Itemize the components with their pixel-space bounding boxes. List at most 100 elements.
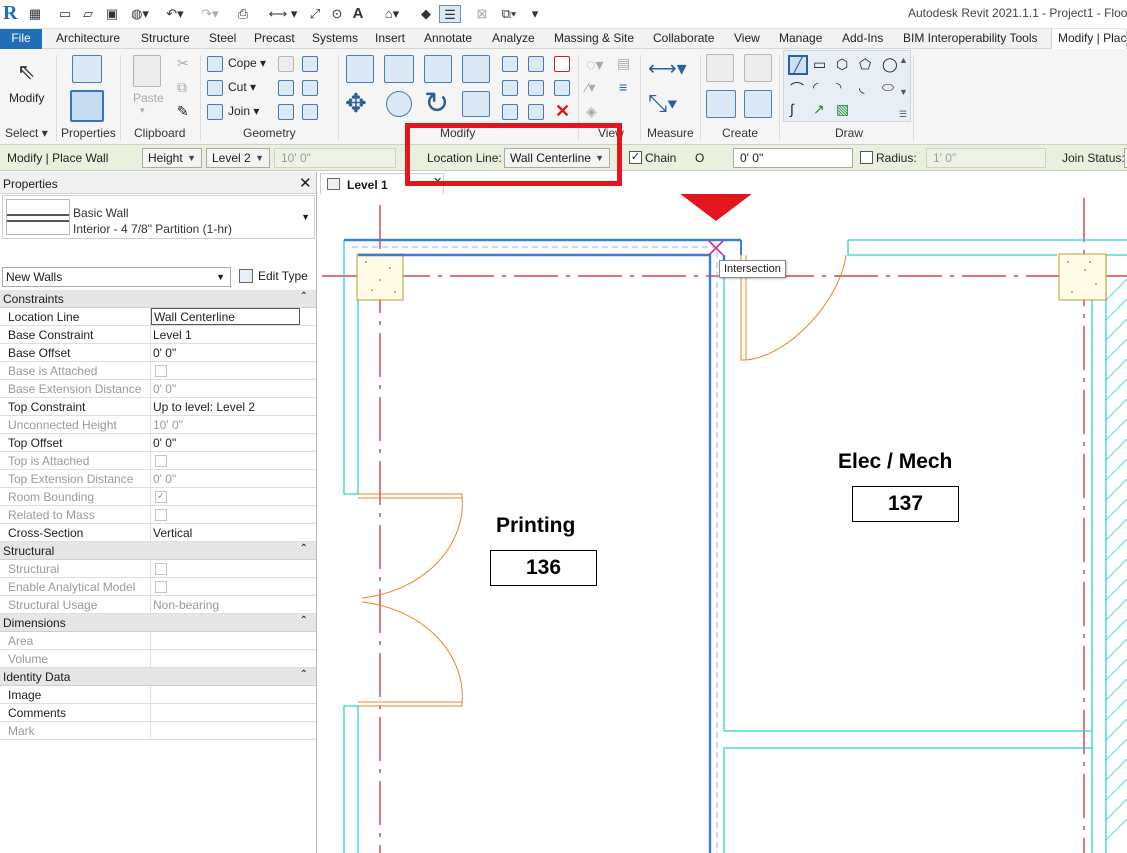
spline-tool-icon[interactable]: ∫: [790, 101, 794, 117]
section-icon[interactable]: ◆: [417, 5, 435, 23]
property-row[interactable]: Top Extension Distance 0' 0": [0, 470, 316, 488]
tag-icon[interactable]: ⊙: [328, 5, 346, 23]
move-icon[interactable]: ✥: [345, 88, 367, 119]
tab-view[interactable]: View: [734, 29, 760, 49]
property-row[interactable]: Structural Usage Non-bearing: [0, 596, 316, 614]
modify-cursor-icon[interactable]: ⇖: [17, 59, 35, 85]
door-swing-upper[interactable]: [361, 497, 463, 599]
override-graphics-icon[interactable]: ▤: [617, 55, 630, 72]
tab-modify-place-wall[interactable]: Modify | Place Wall: [1051, 29, 1127, 50]
instance-filter-dropdown[interactable]: New Walls ▼: [2, 267, 231, 287]
level-dropdown[interactable]: Level 2 ▼: [206, 148, 270, 168]
property-value[interactable]: 0' 0": [153, 382, 176, 396]
customize-qat-icon[interactable]: ▾: [528, 5, 542, 23]
structural-column[interactable]: [356, 253, 404, 301]
delete-icon[interactable]: ✕: [555, 101, 570, 122]
draw-scroll-up-icon[interactable]: ▲: [899, 55, 908, 65]
tab-steel[interactable]: Steel: [209, 29, 236, 49]
pick-lines-icon[interactable]: ↗: [813, 101, 825, 118]
tab-add-ins[interactable]: Add-Ins: [842, 29, 883, 49]
measure-tools-icon[interactable]: ⟷ ▾: [263, 5, 303, 23]
property-checkbox[interactable]: [155, 581, 167, 593]
revit-logo-icon[interactable]: R: [3, 3, 21, 23]
property-group[interactable]: Constraints ⌃: [0, 290, 316, 308]
radius-field[interactable]: 1' 0": [926, 148, 1046, 168]
property-checkbox[interactable]: [155, 365, 167, 377]
trim-extend-single-icon[interactable]: [502, 104, 518, 120]
paint-icon[interactable]: [302, 80, 318, 96]
property-row[interactable]: Top Offset 0' 0": [0, 434, 316, 452]
wall-right[interactable]: [1091, 255, 1107, 853]
switch-windows-icon[interactable]: ⧉▾: [497, 5, 521, 23]
mirror-pick-axis-icon[interactable]: [424, 55, 452, 83]
align-icon[interactable]: [346, 55, 374, 83]
trim-extend-corner-icon[interactable]: [462, 91, 490, 117]
collapse-icon[interactable]: ⌃: [300, 291, 308, 302]
property-value[interactable]: Up to level: Level 2: [153, 400, 255, 414]
measure-between-icon[interactable]: ⟷▾: [648, 56, 687, 81]
hide-in-view-icon[interactable]: ◌▾: [586, 55, 604, 75]
close-icon[interactable]: ✕: [299, 174, 312, 192]
paste-icon[interactable]: [133, 55, 161, 87]
sync-icon[interactable]: ◍▾: [128, 5, 152, 23]
type-properties-icon[interactable]: [72, 55, 102, 83]
tab-insert[interactable]: Insert: [375, 29, 405, 49]
property-row[interactable]: Cross-Section Vertical: [0, 524, 316, 542]
inscribed-polygon-icon[interactable]: ⬡: [836, 56, 848, 73]
join-button[interactable]: Join ▾: [228, 104, 259, 118]
property-group[interactable]: Structural ⌃: [0, 542, 316, 560]
door-leaf-lower[interactable]: [358, 701, 463, 707]
property-group[interactable]: Identity Data ⌃: [0, 668, 316, 686]
property-row[interactable]: Related to Mass: [0, 506, 316, 524]
tab-manage[interactable]: Manage: [779, 29, 822, 49]
circle-tool-icon[interactable]: ◯: [882, 56, 898, 73]
property-row[interactable]: Room Bounding ✓: [0, 488, 316, 506]
door-swing-lower[interactable]: [361, 601, 463, 703]
pick-faces-icon[interactable]: ▧: [836, 101, 849, 118]
active-wall[interactable]: [344, 238, 742, 853]
undo-icon[interactable]: ↶▾: [163, 5, 187, 23]
height-mode-dropdown[interactable]: Height ▼: [142, 148, 202, 168]
property-row[interactable]: Image: [0, 686, 316, 704]
trim-extend-multiple-icon[interactable]: [528, 104, 544, 120]
unjoin-icon[interactable]: [278, 80, 294, 96]
start-end-arc-icon[interactable]: ⌒: [790, 79, 804, 99]
property-group[interactable]: Dimensions ⌃: [0, 614, 316, 632]
tab-collaborate[interactable]: Collaborate: [653, 29, 714, 49]
modify-button[interactable]: Modify: [9, 91, 44, 105]
property-row[interactable]: Mark: [0, 722, 316, 740]
tab-architecture[interactable]: Architecture: [56, 29, 120, 49]
cope-icon[interactable]: [207, 56, 223, 72]
radius-checkbox[interactable]: [860, 151, 873, 164]
hatched-wall[interactable]: [1105, 278, 1127, 841]
offset-icon[interactable]: [384, 55, 414, 83]
property-row[interactable]: Top Constraint Up to level: Level 2: [0, 398, 316, 416]
hammer-icon[interactable]: [302, 104, 318, 120]
property-row[interactable]: Area: [0, 632, 316, 650]
property-value[interactable]: Vertical: [153, 526, 192, 540]
property-row[interactable]: Top is Attached: [0, 452, 316, 470]
property-row[interactable]: Base Offset 0' 0": [0, 344, 316, 362]
tab-structure[interactable]: Structure: [141, 29, 190, 49]
edit-type-button[interactable]: Edit Type: [236, 267, 314, 287]
redo-icon[interactable]: ↷▾: [198, 5, 222, 23]
create-similar-icon[interactable]: [744, 54, 772, 82]
draw-scroll-down-icon[interactable]: ▼: [899, 87, 908, 97]
property-value[interactable]: 0' 0": [153, 346, 176, 360]
print-icon[interactable]: ⎙: [234, 5, 252, 23]
property-value[interactable]: 0' 0": [153, 472, 176, 486]
tab-annotate[interactable]: Annotate: [424, 29, 472, 49]
property-value[interactable]: Level 1: [153, 328, 192, 342]
draw-expand-icon[interactable]: ☰: [899, 109, 907, 120]
property-value[interactable]: 10' 0": [153, 418, 183, 432]
cut-geometry-icon[interactable]: [207, 80, 223, 96]
paste-button[interactable]: Paste: [133, 91, 164, 105]
property-checkbox[interactable]: ✓: [155, 491, 167, 503]
create-assembly-icon[interactable]: [744, 90, 772, 118]
create-parts-icon[interactable]: [706, 54, 734, 82]
aligned-dimension-tool-icon[interactable]: ⤡▾: [648, 90, 677, 118]
room-number-136[interactable]: 136: [490, 550, 597, 586]
wall-left-upper[interactable]: [343, 240, 359, 495]
property-checkbox[interactable]: [155, 563, 167, 575]
save-icon[interactable]: ▣: [104, 5, 120, 23]
